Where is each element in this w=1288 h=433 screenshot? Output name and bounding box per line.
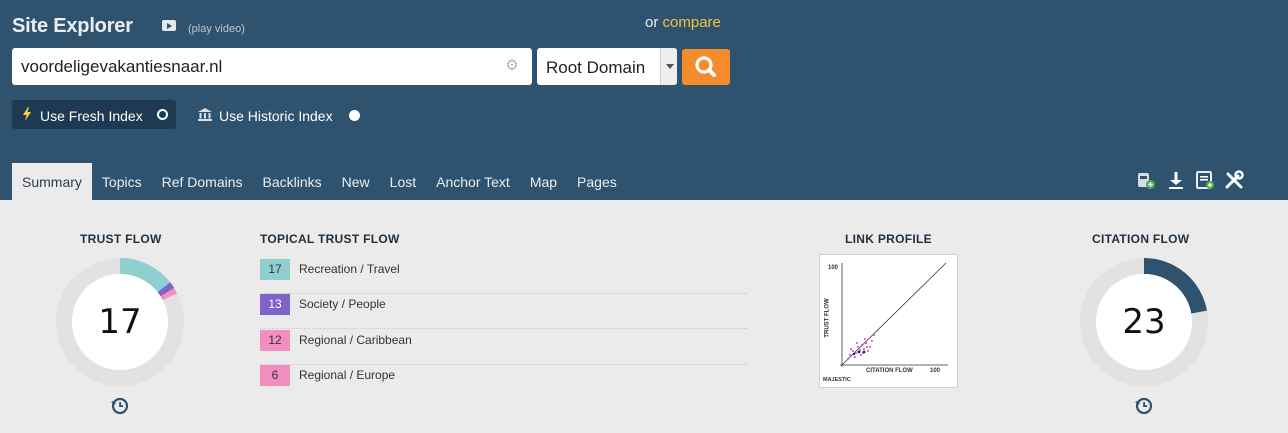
compare-row: or compare bbox=[645, 14, 721, 31]
topic-label[interactable]: Recreation / Travel bbox=[299, 262, 400, 276]
tab-summary[interactable]: Summary bbox=[12, 163, 92, 200]
topic-label[interactable]: Society / People bbox=[299, 297, 386, 311]
search-icon bbox=[695, 56, 716, 77]
tools-icon[interactable] bbox=[1224, 170, 1244, 190]
search-button[interactable] bbox=[682, 49, 730, 85]
play-video-icon[interactable] bbox=[162, 20, 176, 31]
fresh-index-label: Use Fresh Index bbox=[40, 108, 143, 124]
topic-score-badge: 12 bbox=[260, 330, 290, 351]
site-explorer-tabs: Summary Topics Ref Domains Backlinks New… bbox=[12, 163, 627, 200]
history-icon[interactable] bbox=[111, 397, 129, 415]
citation-flow-value: 23 bbox=[1122, 302, 1166, 342]
lightning-bolt-icon bbox=[23, 107, 31, 121]
compare-link[interactable]: compare bbox=[663, 14, 721, 31]
or-text: or bbox=[645, 14, 659, 31]
link-profile-heading: LINK PROFILE bbox=[845, 232, 932, 246]
tab-map[interactable]: Map bbox=[520, 163, 567, 200]
topic-label[interactable]: Regional / Caribbean bbox=[299, 333, 412, 347]
chevron-down-icon bbox=[660, 48, 677, 85]
trust-flow-heading: TRUST FLOW bbox=[80, 232, 162, 246]
tab-new[interactable]: New bbox=[332, 163, 380, 200]
historic-building-icon bbox=[198, 108, 212, 121]
topic-score-badge: 13 bbox=[260, 294, 290, 315]
topic-row: 12 Regional / Caribbean bbox=[260, 330, 747, 365]
topical-trust-flow-heading: TOPICAL TRUST FLOW bbox=[260, 232, 400, 246]
download-icon[interactable] bbox=[1166, 170, 1186, 190]
tab-anchor-text[interactable]: Anchor Text bbox=[426, 163, 520, 200]
use-historic-index-option[interactable]: Use Historic Index bbox=[219, 108, 333, 124]
report-icon[interactable] bbox=[1195, 170, 1215, 190]
page-title: Site Explorer bbox=[12, 15, 133, 37]
link-profile-y-max: 100 bbox=[828, 265, 839, 271]
link-profile-y-axis-label: TRUST FLOW bbox=[824, 298, 831, 338]
citation-flow-heading: CITATION FLOW bbox=[1092, 232, 1190, 246]
tab-pages[interactable]: Pages bbox=[567, 163, 627, 200]
play-video-link[interactable]: (play video) bbox=[188, 23, 245, 35]
topic-row: 6 Regional / Europe bbox=[260, 365, 747, 400]
topic-score-badge: 17 bbox=[260, 259, 290, 280]
historic-index-radio[interactable] bbox=[349, 110, 360, 121]
tab-ref-domains[interactable]: Ref Domains bbox=[152, 163, 253, 200]
history-icon[interactable] bbox=[1135, 397, 1153, 415]
use-fresh-index-option[interactable]: Use Fresh Index bbox=[12, 100, 176, 129]
trust-flow-value: 17 bbox=[98, 302, 142, 342]
link-profile-chart[interactable]: 100 100 CITATION FLOW TRUST FLOW MAJESTI… bbox=[819, 254, 958, 388]
topic-score-badge: 6 bbox=[260, 365, 290, 386]
tab-lost[interactable]: Lost bbox=[380, 163, 426, 200]
domain-search-input[interactable] bbox=[12, 48, 532, 85]
fresh-index-radio[interactable] bbox=[157, 109, 168, 120]
scope-select[interactable]: Root Domain bbox=[537, 48, 677, 85]
search-settings-gear-icon[interactable]: ⚙ bbox=[504, 58, 520, 74]
tab-topics[interactable]: Topics bbox=[92, 163, 152, 200]
link-profile-x-axis-label: CITATION FLOW bbox=[866, 368, 913, 374]
scope-select-value: Root Domain bbox=[546, 58, 646, 77]
add-to-bucket-icon[interactable] bbox=[1136, 170, 1156, 190]
topic-row: 17 Recreation / Travel bbox=[260, 259, 747, 294]
link-profile-x-max: 100 bbox=[930, 368, 941, 374]
tab-backlinks[interactable]: Backlinks bbox=[253, 163, 332, 200]
site-explorer-header: Site Explorer (play video) or compare ⚙ … bbox=[0, 0, 1288, 200]
topic-label[interactable]: Regional / Europe bbox=[299, 368, 395, 382]
topic-row: 13 Society / People bbox=[260, 294, 747, 329]
majestic-logo: MAJESTIC bbox=[823, 377, 851, 383]
